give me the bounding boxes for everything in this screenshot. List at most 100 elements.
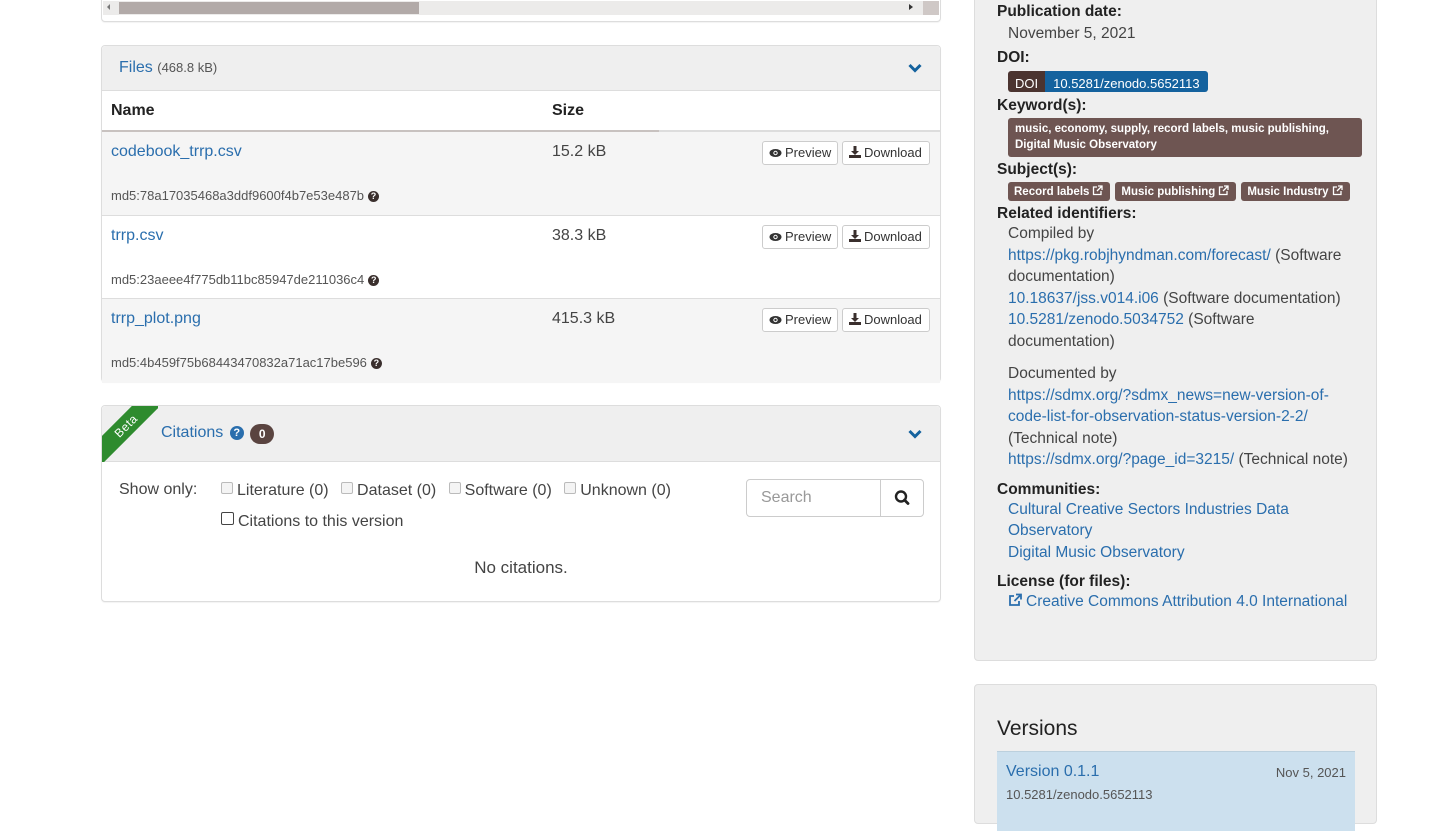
doi-label: DOI: <box>997 48 1030 66</box>
eye-icon <box>769 232 782 241</box>
subject-tag[interactable]: Record labels <box>1008 182 1111 201</box>
file-size: 38.3 kB <box>552 226 607 244</box>
license-label: License (for files): <box>997 573 1131 590</box>
no-citations-message: No citations. <box>474 558 568 577</box>
external-link-icon <box>1093 185 1104 196</box>
scrollbar-corner <box>923 1 939 15</box>
filter-this-version[interactable]: Citations to this version <box>221 512 403 531</box>
files-table-header: Name Size <box>102 91 940 132</box>
horizontal-scrollbar[interactable] <box>103 1 939 15</box>
preview-button[interactable]: Preview <box>762 308 838 332</box>
search-input[interactable] <box>747 480 880 516</box>
question-icon[interactable]: ? <box>368 191 380 203</box>
citations-panel: Beta Citations ? 0 Show only: Literature… <box>101 405 941 602</box>
subject-tag[interactable]: Music Industry <box>1241 182 1350 201</box>
filter-unknown[interactable]: Unknown (0) <box>564 482 671 500</box>
download-icon <box>849 229 861 242</box>
md5-value: md5:78a17035468a3ddf9600f4b7e53e487b <box>111 188 365 203</box>
related-item: https://pkg.robjhyndman.com/forecast/ (S… <box>1008 245 1362 288</box>
checkbox[interactable] <box>448 482 461 494</box>
download-button[interactable]: Download <box>842 141 930 165</box>
version-doi: 10.5281/zenodo.5652113 <box>1006 787 1153 802</box>
question-circle-icon[interactable]: ? <box>229 426 244 440</box>
filter-literature[interactable]: Literature (0) <box>221 482 329 500</box>
file-row: trrp_plot.png 415.3 kB Preview Download … <box>102 299 940 383</box>
subjects-label: Subject(s): <box>997 161 1078 178</box>
related-link[interactable]: https://sdmx.org/?sdmx_news=new-version-… <box>1008 387 1329 426</box>
filter-label: Citations to this version <box>238 513 404 530</box>
related-link[interactable]: https://pkg.robjhyndman.com/forecast/ <box>1008 247 1271 264</box>
chevron-down-icon[interactable] <box>908 427 922 441</box>
filter-label: Unknown (0) <box>580 482 671 499</box>
preview-button[interactable]: Preview <box>762 141 838 165</box>
related-type: (Technical note) <box>1008 429 1118 447</box>
scroll-right-arrow[interactable] <box>909 4 913 10</box>
file-row: trrp.csv 38.3 kB Preview Download md5:23… <box>102 216 940 299</box>
related-item: 10.5281/zenodo.5034752 (Software documen… <box>1008 309 1362 352</box>
citations-heading[interactable]: Beta Citations ? 0 <box>102 406 940 462</box>
related-link[interactable]: https://sdmx.org/?page_id=3215/ <box>1008 451 1234 468</box>
checkbox[interactable] <box>341 482 354 494</box>
preview-label: Preview <box>785 145 832 160</box>
beta-label: Beta <box>102 406 158 462</box>
filter-label: Software (0) <box>464 482 552 499</box>
download-label: Download <box>864 228 922 244</box>
license-value: Creative Commons Attribution 4.0 Interna… <box>1008 591 1362 613</box>
file-link[interactable]: codebook_trrp.csv <box>111 143 242 161</box>
subject-label: Music Industry <box>1247 186 1329 198</box>
filter-dataset[interactable]: Dataset (0) <box>341 482 436 500</box>
download-button[interactable]: Download <box>842 308 930 332</box>
related-link[interactable]: 10.5281/zenodo.5034752 <box>1008 311 1184 328</box>
community-link[interactable]: Cultural Creative Sectors Industries Dat… <box>1008 501 1289 540</box>
community-link[interactable]: Digital Music Observatory <box>1008 544 1185 561</box>
related-item: https://sdmx.org/?page_id=3215/ (Technic… <box>1008 449 1362 471</box>
publication-date: November 5, 2021 <box>1008 25 1136 42</box>
file-link[interactable]: trrp.csv <box>111 227 163 245</box>
version-link[interactable]: Version 0.1.1 <box>1006 763 1099 781</box>
license-label-text: Creative Commons Attribution 4.0 Interna… <box>1026 593 1348 610</box>
beta-ribbon: Beta <box>102 406 158 462</box>
checkbox[interactable] <box>221 482 233 494</box>
column-name: Name <box>111 102 155 119</box>
subject-tag[interactable]: Music publishing <box>1115 182 1237 201</box>
preview-label: Preview <box>785 228 832 244</box>
file-row: codebook_trrp.csv 15.2 kB Preview Downlo… <box>102 132 940 216</box>
related-link[interactable]: 10.18637/jss.v014.i06 <box>1008 290 1159 307</box>
download-button[interactable]: Download <box>842 224 930 249</box>
file-md5: md5:78a17035468a3ddf9600f4b7e53e487b? <box>111 188 380 203</box>
eye-icon <box>769 149 782 157</box>
subject-label: Music publishing <box>1121 186 1216 198</box>
files-title[interactable]: Files (468.8 kB) <box>119 59 217 77</box>
doi-value: DOI 10.5281/zenodo.5652113 <box>1008 67 1362 95</box>
file-md5: md5:23aeee4f775db11bc85947de211036c4? <box>111 272 380 287</box>
preview-button[interactable]: Preview <box>762 224 838 249</box>
scroll-left-arrow[interactable] <box>107 4 110 10</box>
file-link[interactable]: trrp_plot.png <box>111 310 201 328</box>
checkbox[interactable] <box>564 482 577 494</box>
subject-label: Record labels <box>1014 186 1090 198</box>
files-heading[interactable]: Files (468.8 kB) <box>102 46 940 91</box>
question-icon[interactable]: ? <box>370 358 382 370</box>
eye-icon <box>769 316 782 324</box>
compiled-by-label: Compiled by <box>1008 225 1095 242</box>
related-type: (Software documentation) <box>1163 289 1341 307</box>
question-icon[interactable]: ? <box>368 274 380 286</box>
subjects-list: Record labels Music publishing Music Ind… <box>1008 182 1362 201</box>
preview-label: Preview <box>785 312 832 327</box>
filter-software[interactable]: Software (0) <box>448 482 552 500</box>
download-icon <box>849 146 861 158</box>
doi-badge[interactable]: DOI 10.5281/zenodo.5652113 <box>1008 70 1208 92</box>
citations-title[interactable]: Citations ? 0 <box>161 424 275 444</box>
scrollbar-thumb[interactable] <box>119 2 419 14</box>
related-identifiers: Compiled by https://pkg.robjhyndman.com/… <box>1008 223 1362 471</box>
download-label: Download <box>864 145 922 160</box>
download-icon <box>849 313 861 325</box>
version-item[interactable]: Version 0.1.1 Nov 5, 2021 10.5281/zenodo… <box>997 751 1355 831</box>
preview-panel <box>101 0 941 22</box>
chevron-down-icon[interactable] <box>908 61 922 75</box>
license-link[interactable]: Creative Commons Attribution 4.0 Interna… <box>1008 593 1347 610</box>
keywords-label: Keyword(s): <box>997 97 1087 114</box>
search-button[interactable] <box>880 480 923 516</box>
communities-list: Cultural Creative Sectors Industries Dat… <box>1008 499 1362 564</box>
checkbox[interactable] <box>221 512 234 525</box>
